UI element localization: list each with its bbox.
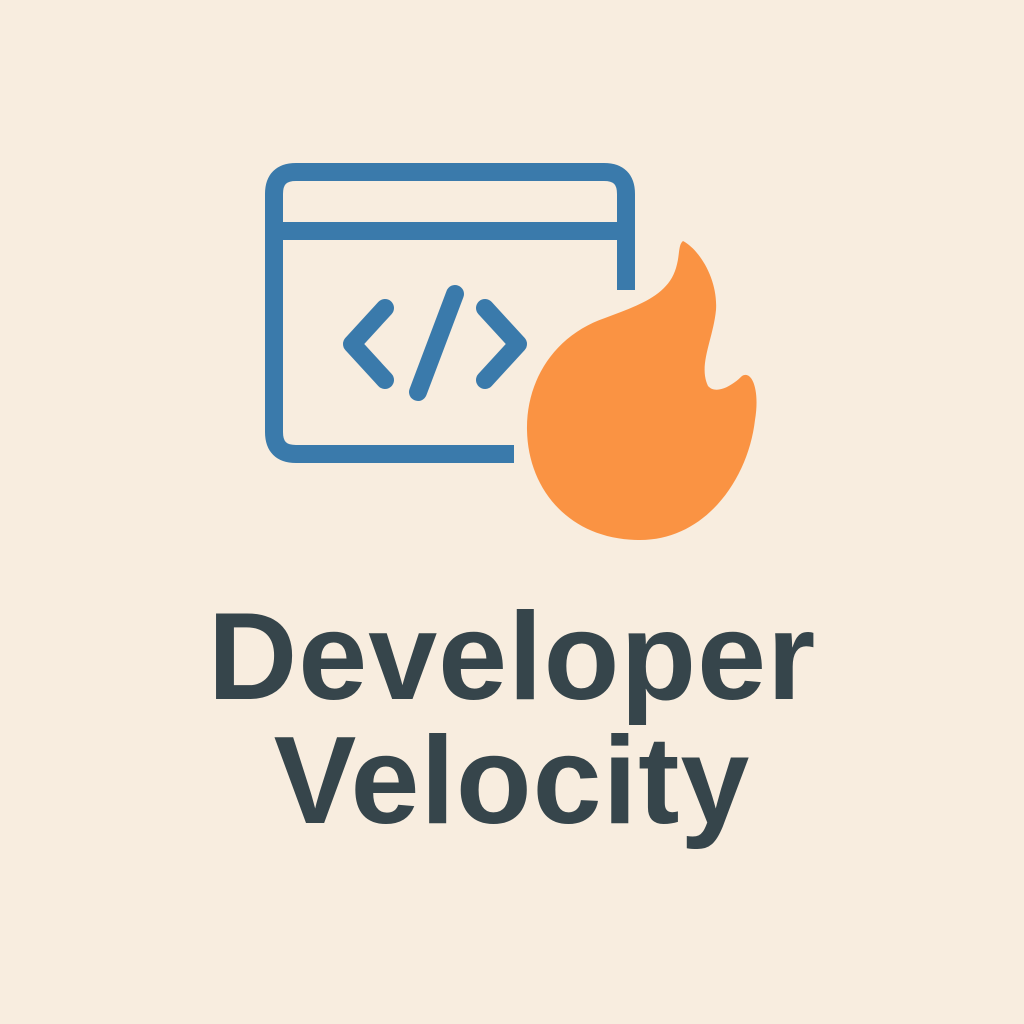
flame-icon — [526, 241, 757, 540]
brand-title-line-2: Velocity — [273, 712, 751, 850]
code-brackets-icon — [343, 285, 527, 401]
logo-canvas: Developer Velocity — [0, 0, 1024, 1024]
right-angle-bracket — [476, 299, 527, 389]
slash — [409, 285, 464, 401]
brand-title-line-1: Developer — [207, 588, 817, 726]
brand-title: Developer Velocity — [0, 595, 1024, 843]
left-angle-bracket — [343, 299, 394, 389]
logo-mark — [265, 163, 757, 540]
